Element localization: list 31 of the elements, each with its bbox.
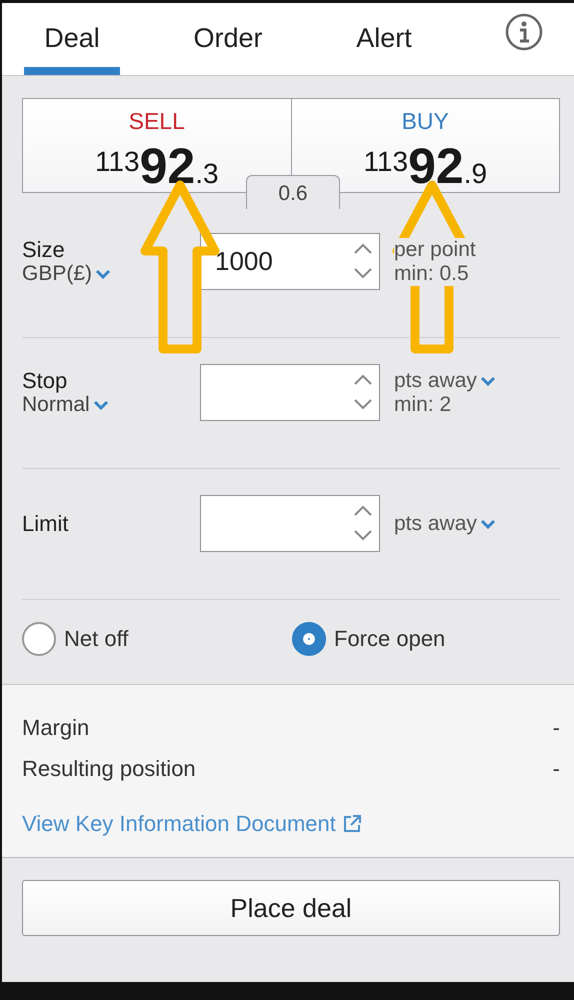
summary-value: - xyxy=(552,714,560,742)
tab[interactable]: Deal xyxy=(24,3,120,75)
field-label: Stop xyxy=(22,368,68,392)
radio-icon[interactable] xyxy=(22,622,56,656)
tab[interactable]: Alert xyxy=(336,3,432,75)
summary-value: - xyxy=(552,755,560,783)
place-deal-button[interactable]: Place deal xyxy=(22,880,560,936)
tab[interactable]: Order xyxy=(180,3,276,75)
type-dropdown[interactable]: GBP(£) xyxy=(22,262,200,286)
number-field[interactable] xyxy=(200,364,380,421)
summary-label: Margin xyxy=(22,714,90,742)
chevron-down-icon xyxy=(480,374,496,386)
unit-text: per point xyxy=(394,238,476,262)
radio-option[interactable]: Net off xyxy=(22,622,292,656)
radio-label: Force open xyxy=(334,626,446,652)
external-link-icon xyxy=(342,814,362,834)
chevron-down-icon xyxy=(92,398,109,410)
chevron-down-icon xyxy=(480,518,496,530)
radio-option[interactable]: Force open xyxy=(292,622,560,656)
radio-label: Net off xyxy=(64,626,128,652)
field-label: Limit xyxy=(22,512,70,536)
radio-icon[interactable] xyxy=(292,622,326,656)
spread-value: 0.6 xyxy=(246,175,340,209)
info-icon[interactable] xyxy=(504,12,544,52)
summary-label: Resulting position xyxy=(22,755,196,783)
number-field[interactable] xyxy=(200,495,380,552)
minimum-text: min: 0.5 xyxy=(394,262,469,286)
number-field[interactable]: 1000 xyxy=(200,233,380,290)
chevron-down-icon xyxy=(95,268,112,280)
type-dropdown[interactable]: Normal xyxy=(22,392,200,416)
field-label: Size xyxy=(22,238,66,262)
